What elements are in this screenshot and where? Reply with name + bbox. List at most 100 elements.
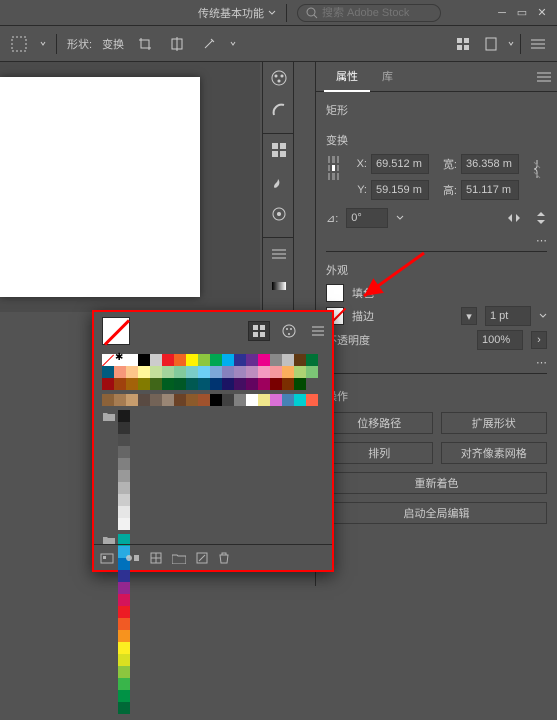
registration-swatch[interactable] <box>114 354 126 366</box>
flip-horizontal-icon[interactable] <box>507 212 521 224</box>
swatch[interactable] <box>294 366 306 378</box>
height-input[interactable] <box>461 180 519 200</box>
tab-library[interactable]: 库 <box>370 62 405 92</box>
swatch[interactable] <box>118 678 130 690</box>
swatch[interactable] <box>258 394 270 406</box>
swatch[interactable] <box>118 506 130 518</box>
swatch[interactable] <box>138 394 150 406</box>
swatch[interactable] <box>118 690 130 702</box>
shape-transform-dropdown[interactable]: 变换 <box>102 36 124 52</box>
swatch[interactable] <box>102 366 114 378</box>
swatch[interactable] <box>150 366 162 378</box>
search-input[interactable] <box>322 7 432 19</box>
panel-menu-icon[interactable] <box>537 72 551 82</box>
swatch[interactable] <box>126 394 138 406</box>
swatch[interactable] <box>258 378 270 390</box>
document-setup-icon[interactable] <box>480 33 502 55</box>
swatch[interactable] <box>222 394 234 406</box>
swatch[interactable] <box>174 366 186 378</box>
swatch[interactable] <box>258 354 270 366</box>
chevron-down-icon[interactable] <box>508 39 514 49</box>
new-color-group-icon[interactable] <box>172 552 186 564</box>
swatch[interactable] <box>198 366 210 378</box>
swatch[interactable] <box>294 394 306 406</box>
folder-icon[interactable] <box>102 410 116 422</box>
swatch[interactable] <box>150 354 162 366</box>
swatch[interactable] <box>162 394 174 406</box>
swatch[interactable] <box>222 354 234 366</box>
swatch[interactable] <box>138 366 150 378</box>
chevron-down-icon[interactable] <box>230 39 236 49</box>
swatch[interactable] <box>118 594 130 606</box>
color-panel-icon[interactable] <box>263 62 295 94</box>
wand-icon[interactable] <box>198 33 220 55</box>
swatch[interactable] <box>222 378 234 390</box>
stroke-weight-input[interactable] <box>485 306 531 326</box>
stroke-panel-icon[interactable] <box>263 238 295 270</box>
delete-swatch-icon[interactable] <box>218 552 230 564</box>
swatch[interactable] <box>270 378 282 390</box>
swatch[interactable] <box>270 354 282 366</box>
swatch[interactable] <box>186 354 198 366</box>
swatch[interactable] <box>118 606 130 618</box>
workspace-switcher[interactable]: 传统基本功能 <box>198 5 276 21</box>
recolor-button[interactable]: 重新着色 <box>326 472 547 494</box>
swatch[interactable] <box>102 394 114 406</box>
swatch[interactable] <box>118 654 130 666</box>
panel-menu-icon[interactable] <box>527 33 549 55</box>
swatch[interactable] <box>118 410 130 422</box>
swatch[interactable] <box>118 434 130 446</box>
swatch[interactable] <box>186 378 198 390</box>
width-input[interactable] <box>461 154 519 174</box>
swatch[interactable] <box>118 570 130 582</box>
stock-search[interactable] <box>297 4 441 22</box>
brushes-panel-icon[interactable] <box>263 166 295 198</box>
swatch[interactable] <box>198 378 210 390</box>
offset-path-button[interactable]: 位移路径 <box>326 412 433 434</box>
more-options-icon[interactable]: ⋯ <box>536 357 547 369</box>
swatch[interactable] <box>162 378 174 390</box>
flip-vertical-icon[interactable] <box>535 211 547 225</box>
global-edit-button[interactable]: 启动全局编辑 <box>326 502 547 524</box>
color-guide-icon[interactable] <box>263 94 295 126</box>
reference-point-selector[interactable] <box>326 154 341 182</box>
swatch[interactable] <box>210 366 222 378</box>
fill-swatch[interactable] <box>326 284 344 302</box>
minimize-button[interactable]: ─ <box>495 6 509 20</box>
swatches-menu-icon[interactable] <box>312 326 324 336</box>
swatch[interactable] <box>210 378 222 390</box>
swatch[interactable] <box>118 446 130 458</box>
swatch[interactable] <box>114 378 126 390</box>
swatch[interactable] <box>234 394 246 406</box>
swatch[interactable] <box>118 666 130 678</box>
swatch-libraries-icon[interactable] <box>100 552 114 564</box>
swatch[interactable] <box>186 366 198 378</box>
opacity-input[interactable] <box>477 330 523 350</box>
symbols-panel-icon[interactable] <box>263 198 295 230</box>
swatch[interactable] <box>294 378 306 390</box>
swatch[interactable] <box>198 354 210 366</box>
swatch[interactable] <box>118 482 130 494</box>
chevron-down-icon[interactable] <box>40 39 46 49</box>
gradient-panel-icon[interactable] <box>263 270 295 302</box>
swatch[interactable] <box>258 366 270 378</box>
swatch[interactable] <box>162 366 174 378</box>
chevron-down-icon[interactable] <box>539 312 547 320</box>
swatch[interactable] <box>210 394 222 406</box>
grid-view-icon[interactable] <box>452 33 474 55</box>
none-swatch[interactable] <box>102 354 114 366</box>
swatch[interactable] <box>150 394 162 406</box>
swatches-panel-icon[interactable] <box>263 134 295 166</box>
swatch[interactable] <box>162 354 174 366</box>
expand-shape-button[interactable]: 扩展形状 <box>441 412 548 434</box>
align-pixel-grid-button[interactable]: 对齐像素网格 <box>441 442 548 464</box>
swatch[interactable] <box>306 394 318 406</box>
swatch[interactable] <box>246 354 258 366</box>
align-icon[interactable] <box>166 33 188 55</box>
canvas-area[interactable] <box>0 62 260 312</box>
swatch[interactable] <box>174 394 186 406</box>
swatch[interactable] <box>118 470 130 482</box>
swatch[interactable] <box>282 354 294 366</box>
swatch[interactable] <box>210 354 222 366</box>
swatch[interactable] <box>114 394 126 406</box>
